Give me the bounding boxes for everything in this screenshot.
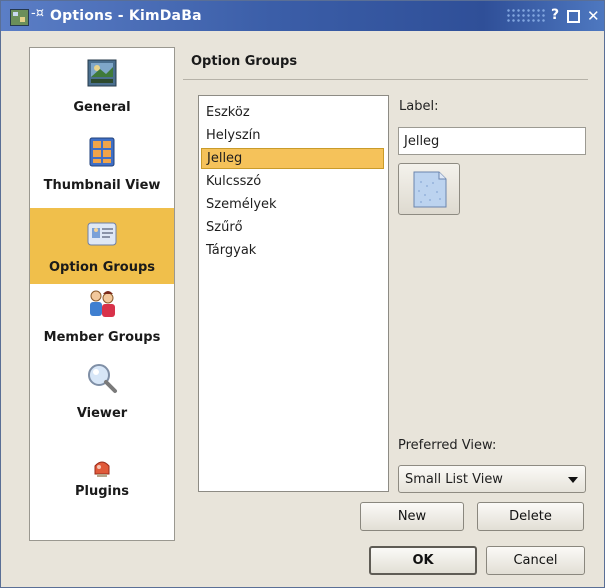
list-item[interactable]: Kulcsszó — [201, 171, 384, 192]
ok-button-label: OK — [412, 553, 434, 568]
options-dialog: -¤ Options - KimDaBa ? ✕ General Thumbna… — [0, 0, 605, 588]
label-field[interactable]: Jelleg — [398, 127, 586, 155]
preferred-view-select[interactable]: Small List View — [398, 465, 586, 493]
sidebar-item-general[interactable]: General — [30, 56, 174, 132]
sidebar-item-label: Thumbnail View — [43, 178, 161, 193]
list-item[interactable]: Helyszín — [201, 125, 384, 146]
document-icon — [413, 171, 447, 208]
list-item[interactable]: Személyek — [201, 194, 384, 215]
sidebar-item-label: Viewer — [76, 406, 128, 421]
group-icon-button[interactable] — [398, 163, 460, 215]
list-item[interactable]: Tárgyak — [201, 240, 384, 261]
sidebar-item-plugins[interactable]: Plugins — [30, 436, 174, 512]
sidebar-item-thumbnail-view[interactable]: Thumbnail View — [30, 132, 174, 208]
pin-icon[interactable]: -¤ — [31, 6, 44, 21]
divider — [183, 79, 588, 80]
ok-button[interactable]: OK — [369, 546, 477, 575]
chevron-down-icon — [568, 477, 578, 483]
delete-button-label: Delete — [509, 509, 552, 524]
option-groups-list[interactable]: Eszköz Helyszín Jelleg Kulcsszó Személye… — [198, 95, 389, 492]
list-item[interactable]: Jelleg — [201, 148, 384, 169]
preferred-view-value: Small List View — [405, 472, 503, 487]
options-sidebar: General Thumbnail View Option Groups Mem… — [29, 47, 175, 541]
window-title: Options - KimDaBa — [50, 8, 202, 24]
app-icon[interactable] — [10, 9, 29, 26]
preferred-view-caption: Preferred View: — [398, 438, 497, 453]
help-button[interactable]: ? — [551, 7, 559, 23]
cancel-button[interactable]: Cancel — [486, 546, 585, 575]
page-title: Option Groups — [191, 54, 298, 69]
list-item[interactable]: Eszköz — [201, 102, 384, 123]
people-icon — [90, 290, 115, 317]
sidebar-item-member-groups[interactable]: Member Groups — [30, 284, 174, 360]
delete-button[interactable]: Delete — [477, 502, 584, 531]
list-item[interactable]: Szűrő — [201, 217, 384, 238]
close-button[interactable]: ✕ — [587, 7, 600, 25]
title-bar[interactable]: -¤ Options - KimDaBa ? ✕ — [1, 1, 604, 31]
magnifier-icon — [88, 364, 117, 393]
thumbnail-grid-icon — [89, 137, 115, 167]
sidebar-item-label: General — [73, 100, 131, 115]
sidebar-item-label: Member Groups — [43, 330, 161, 345]
general-image-icon — [87, 59, 117, 87]
sidebar-item-viewer[interactable]: Viewer — [30, 360, 174, 436]
sidebar-item-label: Plugins — [75, 484, 129, 499]
sidebar-item-label: Option Groups — [48, 260, 156, 275]
titlebar-pattern — [506, 8, 546, 24]
new-button-label: New — [397, 509, 427, 524]
sidebar-item-option-groups[interactable]: Option Groups — [30, 208, 174, 284]
label-caption: Label: — [399, 99, 439, 114]
new-button[interactable]: New — [360, 502, 464, 531]
cancel-button-label: Cancel — [513, 553, 558, 568]
maximize-button[interactable] — [567, 10, 580, 23]
option-groups-card-icon — [87, 222, 117, 246]
